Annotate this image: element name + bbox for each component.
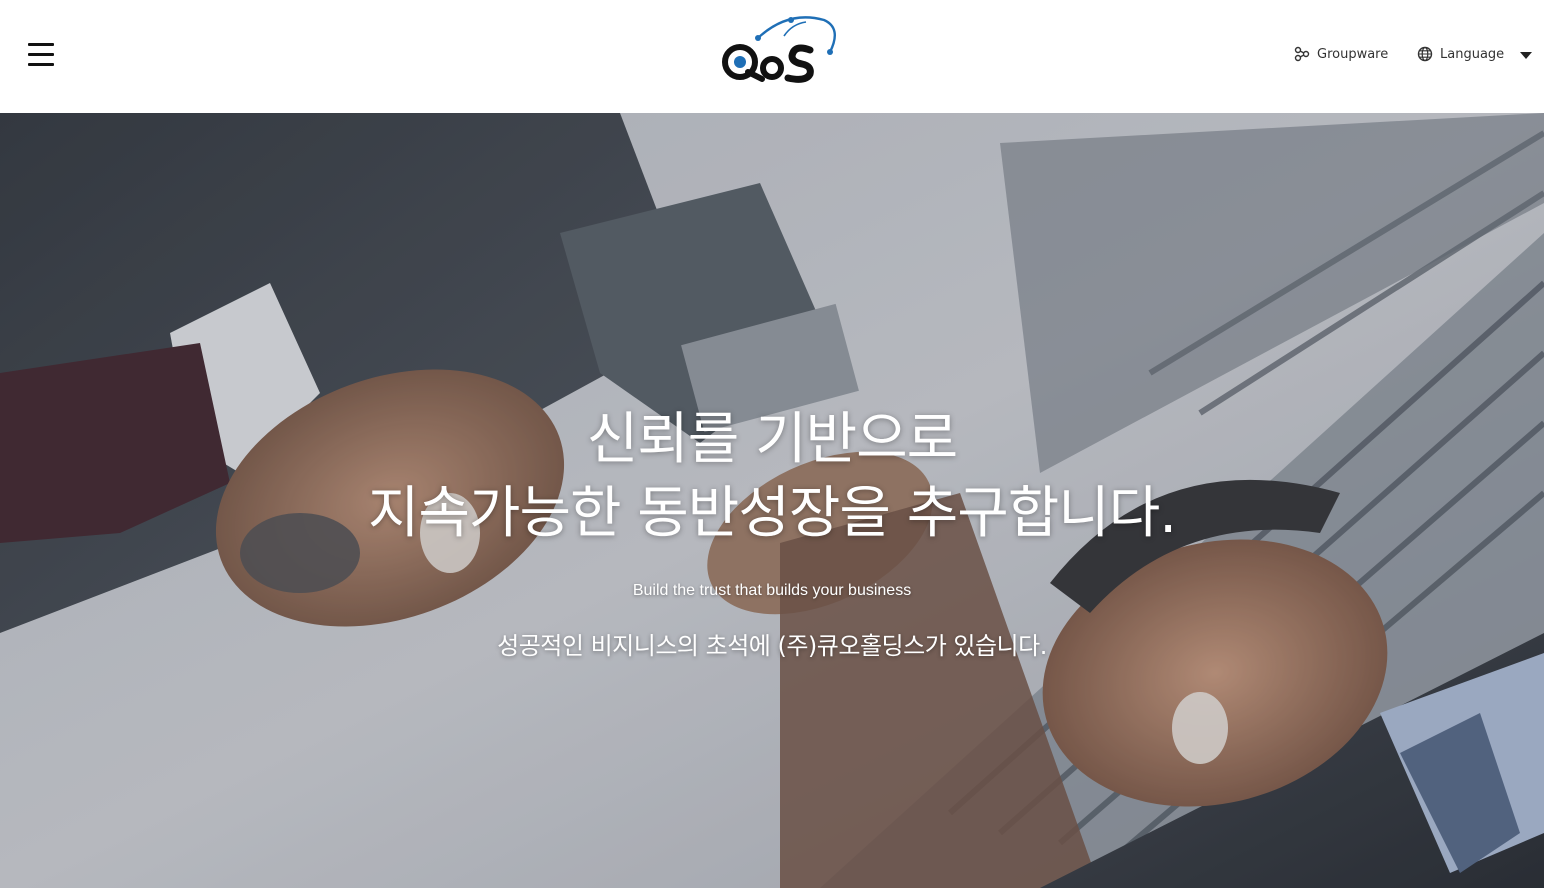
language-selector[interactable]: Language: [1417, 44, 1533, 64]
qos-logo[interactable]: [718, 12, 840, 84]
language-label: Language: [1440, 46, 1505, 62]
hero-text-block: 신뢰를 기반으로 지속가능한 동반성장을 추구합니다. Build the tr…: [0, 403, 1544, 661]
hero-tagline-korean: 성공적인 비지니스의 초석에 (주)큐오홀딩스가 있습니다.: [497, 632, 1047, 660]
groupware-nodes-icon: [1294, 46, 1310, 62]
hamburger-line: [28, 63, 54, 66]
hamburger-menu-button[interactable]: [28, 40, 56, 68]
groupware-link[interactable]: Groupware: [1294, 44, 1388, 64]
hero-headline-line2: 지속가능한 동반성장을 추구합니다.: [367, 481, 1177, 546]
groupware-label: Groupware: [1317, 46, 1389, 62]
hero-headline: 신뢰를 기반으로 지속가능한 동반성장을 추구합니다.: [0, 403, 1544, 551]
hamburger-line: [28, 53, 54, 56]
caret-down-icon: [1520, 51, 1533, 59]
globe-icon: [1417, 46, 1433, 62]
hero-banner: 신뢰를 기반으로 지속가능한 동반성장을 추구합니다. Build the tr…: [0, 113, 1544, 888]
site-header: Groupware Language: [0, 0, 1544, 113]
hero-headline-line1: 신뢰를 기반으로: [586, 407, 958, 472]
hero-tagline-english: Build the trust that builds your busines…: [632, 582, 912, 599]
hamburger-line: [28, 43, 54, 46]
